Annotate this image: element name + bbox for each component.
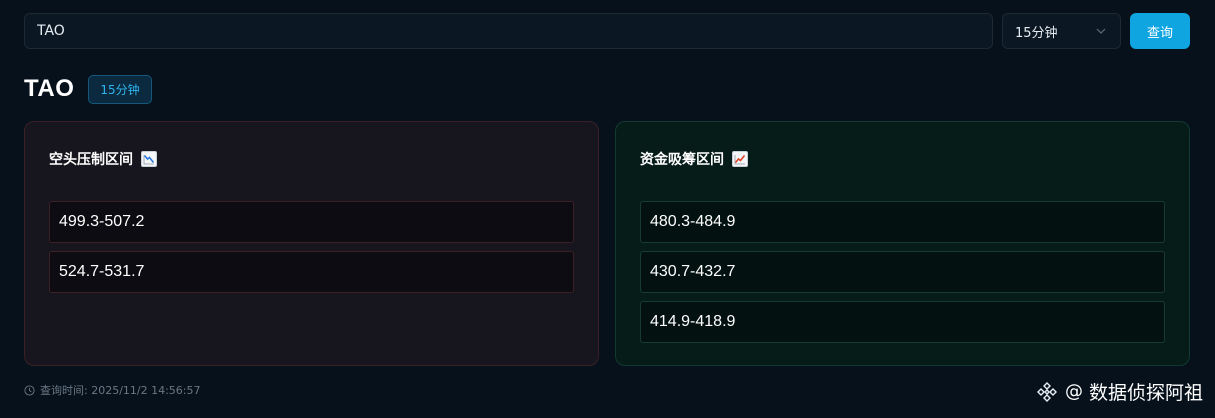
chevron-down-icon [1096,28,1106,34]
interval-badge: 15分钟 [88,74,152,104]
interval-select-value: 15分钟 [1015,25,1058,41]
resistance-range-item: 499.3-507.2 [49,201,574,243]
support-card-header: 资金吸筹区间 [640,148,1165,170]
resistance-card: 空头压制区间 499.3-507.2 524.7-531.7 [24,121,599,366]
chart-increasing-icon [732,151,748,167]
app-page: 15分钟 查询 TAO 15分钟 空头压制区间 499.3-507.2 524.… [0,0,1215,418]
clock-icon [24,384,35,396]
binance-logo-icon [1036,381,1057,402]
query-time-text: 查询时间: 2025/11/2 14:56:57 [40,384,201,397]
symbol-search-input[interactable] [24,13,993,49]
page-title: TAO [24,75,75,102]
query-time: 查询时间: 2025/11/2 14:56:57 [24,382,201,398]
support-card: 资金吸筹区间 480.3-484.9 430.7-432.7 414.9-418… [615,121,1190,366]
interval-select[interactable]: 15分钟 [1002,13,1121,49]
search-bar: 15分钟 查询 [24,13,1190,49]
support-range-item: 480.3-484.9 [640,201,1165,243]
watermark: @ 数据侦探阿祖 [1035,378,1203,405]
chart-decreasing-icon [141,151,157,167]
support-range-item: 430.7-432.7 [640,251,1165,293]
resistance-card-header: 空头压制区间 [49,148,574,170]
support-card-title: 资金吸筹区间 [640,152,724,168]
watermark-at: @ [1064,381,1083,402]
watermark-text: 数据侦探阿祖 [1088,382,1203,404]
resistance-range-item: 524.7-531.7 [49,251,574,293]
title-row: TAO 15分钟 [24,74,152,104]
support-range-list: 480.3-484.9 430.7-432.7 414.9-418.9 [640,201,1165,343]
resistance-card-title: 空头压制区间 [49,152,133,168]
support-range-item: 414.9-418.9 [640,301,1165,343]
resistance-range-list: 499.3-507.2 524.7-531.7 [49,201,574,293]
query-button[interactable]: 查询 [1130,13,1190,49]
